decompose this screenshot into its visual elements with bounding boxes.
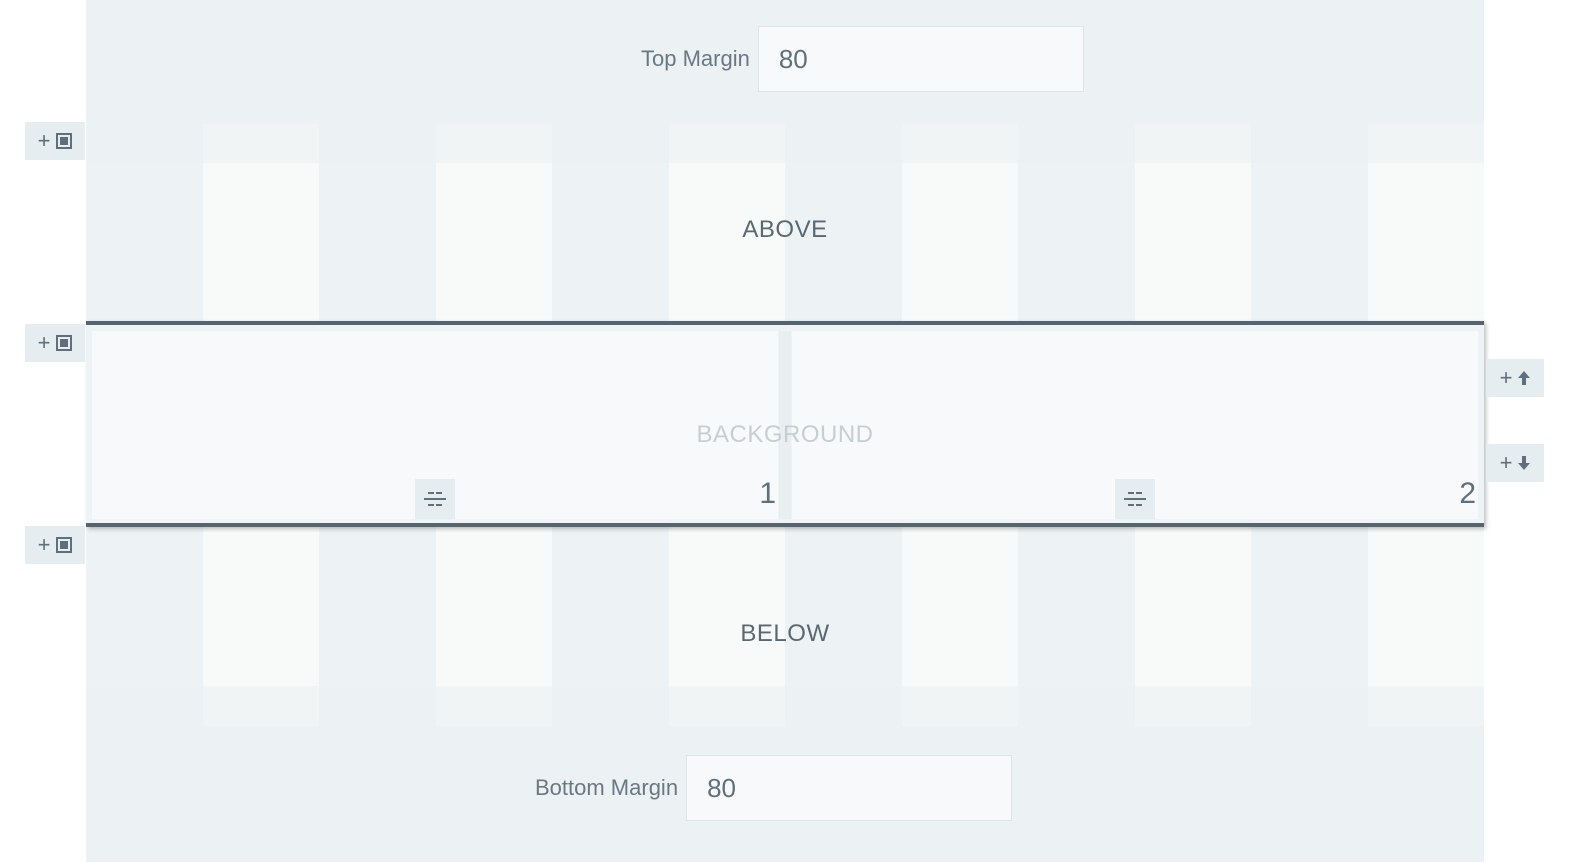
- bottom-margin-input[interactable]: [686, 755, 1013, 821]
- below-row-grid[interactable]: [86, 526, 1484, 686]
- add-section-button[interactable]: +: [25, 526, 85, 564]
- top-margin-row: Top Margin: [641, 26, 1084, 92]
- grid-overlay-top: [86, 124, 1484, 163]
- plus-icon: +: [37, 532, 51, 557]
- plus-icon: +: [37, 330, 51, 355]
- add-row-above-button[interactable]: +: [1486, 359, 1544, 397]
- column-number: 1: [759, 477, 776, 510]
- selected-section[interactable]: 1 2 BACKGROUND: [86, 321, 1484, 527]
- section-icon: [56, 537, 73, 553]
- above-label: ABOVE: [742, 216, 828, 243]
- top-margin-input[interactable]: [757, 26, 1084, 92]
- add-row-below-button[interactable]: +: [1486, 444, 1544, 482]
- column-number: 2: [1459, 477, 1476, 510]
- below-label: BELOW: [740, 620, 830, 647]
- add-section-button[interactable]: +: [25, 122, 85, 160]
- plus-icon: +: [1499, 365, 1513, 390]
- column-settings-handle-icon[interactable]: [415, 479, 455, 519]
- background-label: BACKGROUND: [696, 421, 874, 448]
- plus-icon: +: [1499, 450, 1513, 475]
- column-settings-handle-icon[interactable]: [1115, 479, 1155, 519]
- add-section-button[interactable]: +: [25, 324, 85, 362]
- section-icon: [56, 335, 73, 351]
- plus-icon: +: [37, 128, 51, 153]
- section-icon: [56, 133, 73, 149]
- arrow-up-icon: [1518, 371, 1531, 385]
- top-margin-label: Top Margin: [641, 46, 750, 71]
- arrow-down-icon: [1518, 456, 1531, 470]
- bottom-margin-label: Bottom Margin: [535, 775, 679, 800]
- bottom-margin-row: Bottom Margin: [535, 755, 1013, 821]
- grid-overlay-bottom: [86, 686, 1484, 726]
